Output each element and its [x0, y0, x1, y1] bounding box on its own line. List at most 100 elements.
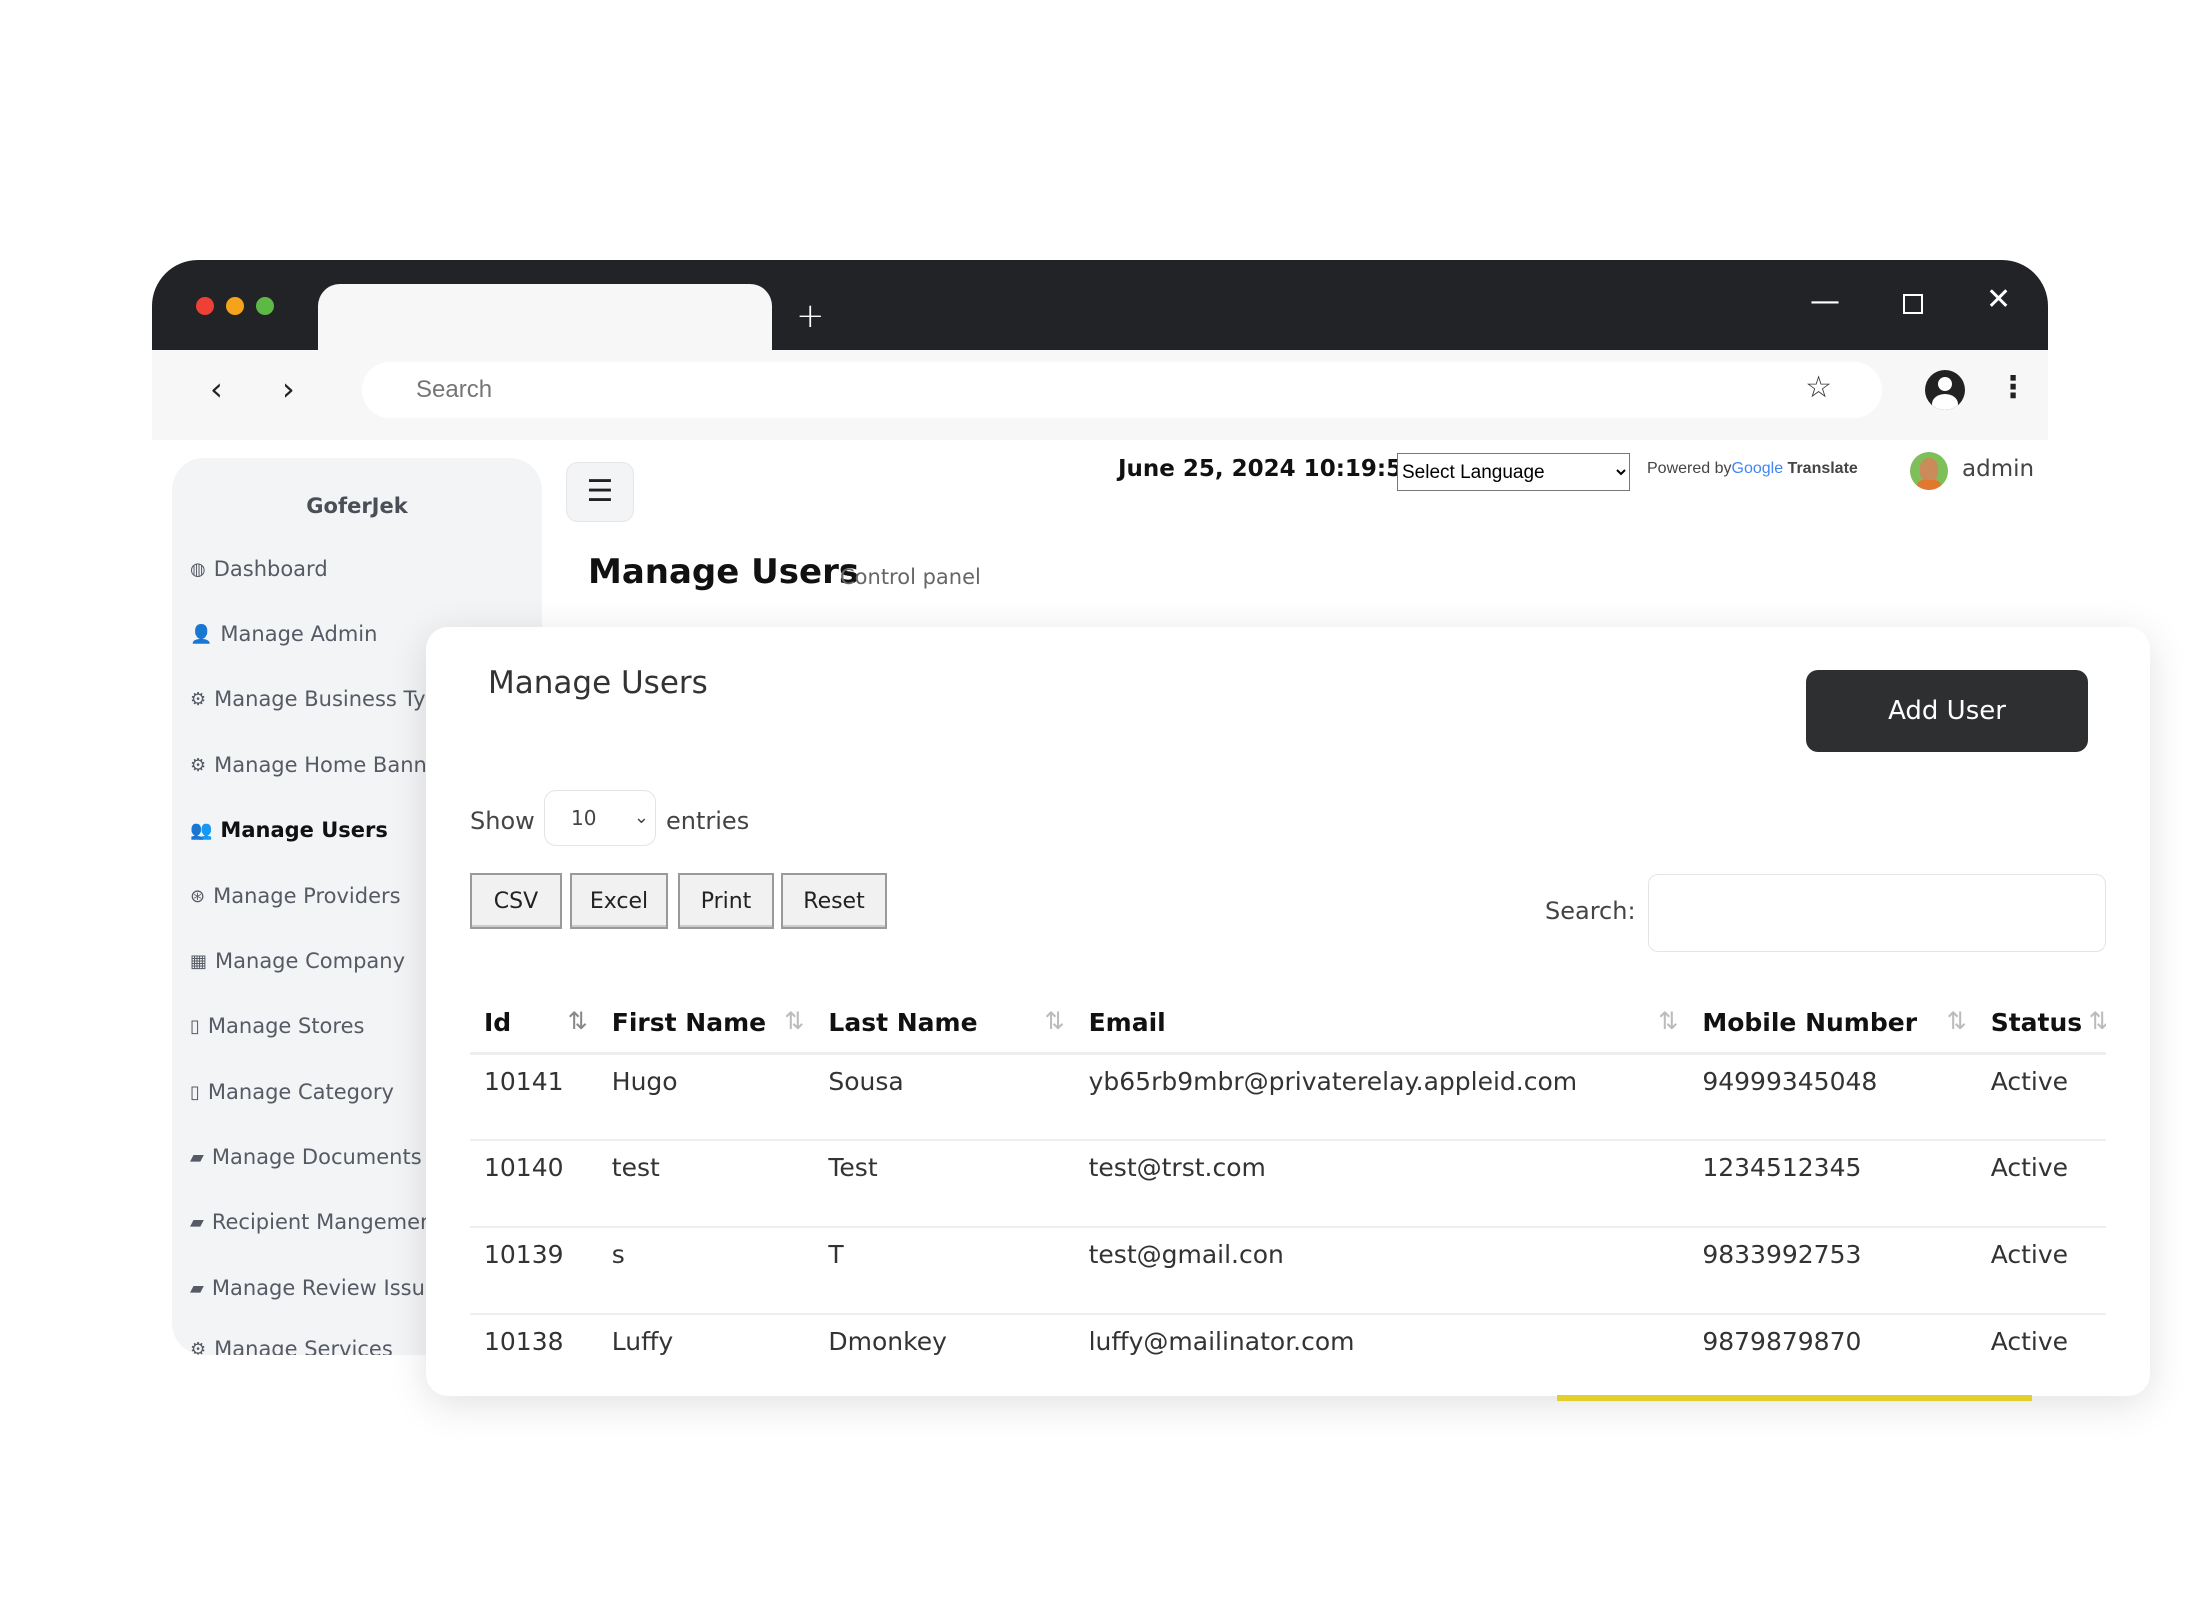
- cell-email: luffy@mailinator.com: [1074, 1314, 1689, 1396]
- sidebar-item-manage-home-bann[interactable]: ⚙ Manage Home Bann: [190, 753, 427, 777]
- profile-icon[interactable]: [1925, 370, 1965, 410]
- powered-by-google-translate[interactable]: Powered byGoogle Translate: [1647, 460, 1858, 478]
- cell-email: yb65rb9mbr@privaterelay.appleid.com: [1074, 1053, 1689, 1141]
- column-header-last-name[interactable]: Last Name ⇅: [814, 993, 1075, 1055]
- google-logo: Google: [1731, 460, 1784, 477]
- back-icon[interactable]: ‹: [210, 370, 223, 408]
- sidebar-item-manage-users[interactable]: 👥 Manage Users: [190, 818, 388, 842]
- add-user-button[interactable]: Add User: [1806, 670, 2088, 752]
- sidebar-item-manage-company[interactable]: ▦ Manage Company: [190, 949, 405, 973]
- book-icon: ▰: [190, 1211, 204, 1233]
- cell-first-name: Luffy: [597, 1314, 815, 1396]
- minimize-icon[interactable]: —: [1810, 284, 1840, 319]
- scroll-indicator[interactable]: [1557, 1395, 2032, 1401]
- minimize-window-dot[interactable]: [226, 297, 244, 315]
- cogs-icon: ⚙: [190, 1338, 207, 1356]
- user-name[interactable]: admin: [1962, 456, 2034, 482]
- cell-email: test@gmail.con: [1074, 1227, 1689, 1315]
- cell-first-name: test: [597, 1140, 815, 1228]
- users-icon: 👥: [190, 819, 213, 841]
- cell-email: test@trst.com: [1074, 1140, 1689, 1228]
- table-row[interactable]: 10138 Luffy Dmonkey luffy@mailinator.com 987…: [470, 1314, 2106, 1396]
- sidebar-item-label: Manage Category: [207, 1080, 394, 1104]
- column-header-email[interactable]: Email ⇅: [1074, 993, 1689, 1055]
- entries-value: 10: [571, 806, 597, 830]
- cell-status: Active: [1976, 1227, 2106, 1315]
- cell-last-name: Dmonkey: [814, 1314, 1075, 1396]
- avatar[interactable]: [1910, 452, 1948, 490]
- datetime: June 25, 2024 10:19:51: [1118, 456, 1419, 482]
- forward-icon[interactable]: ›: [282, 370, 295, 408]
- building-icon: ▦: [190, 950, 208, 972]
- dribbble-icon: ⊛: [190, 885, 206, 907]
- excel-button[interactable]: Excel: [570, 873, 668, 929]
- search-label: Search:: [1545, 897, 1636, 925]
- sidebar-item-manage-review-issue[interactable]: ▰ Manage Review Issue: [190, 1276, 438, 1300]
- close-window-dot[interactable]: [196, 297, 214, 315]
- cogs-icon: ⚙: [190, 688, 207, 710]
- sidebar-item-manage-stores[interactable]: ▯ Manage Stores: [190, 1014, 364, 1038]
- sidebar-item-label: Dashboard: [213, 557, 328, 581]
- cell-id: 10141: [470, 1053, 598, 1141]
- cogs-icon: ⚙: [190, 754, 207, 776]
- user-plus-icon: 👤: [190, 623, 213, 645]
- kebab-menu-icon[interactable]: ⋮: [1998, 370, 2028, 405]
- column-label: Id: [484, 1007, 512, 1037]
- address-input[interactable]: [416, 376, 1716, 404]
- cell-last-name: T: [814, 1227, 1075, 1315]
- cell-mobile-number: 9879879870: [1688, 1314, 1977, 1396]
- map-icon: ▯: [190, 1081, 200, 1103]
- sort-icon: ⇅: [1044, 1007, 1065, 1035]
- sidebar-item-manage-business-ty[interactable]: ⚙ Manage Business Ty: [190, 687, 426, 711]
- show-label: Show: [470, 807, 535, 835]
- sidebar-item-recipient-mangement[interactable]: ▰ Recipient Mangement: [190, 1210, 442, 1234]
- sidebar-item-manage-services[interactable]: ⚙ Manage Services: [190, 1337, 393, 1355]
- csv-button[interactable]: CSV: [470, 873, 562, 929]
- sidebar-item-label: Manage Documents: [211, 1145, 422, 1169]
- browser-tab[interactable]: [318, 284, 772, 352]
- chevron-down-icon: ⌄: [633, 807, 649, 828]
- sidebar-item-manage-admin[interactable]: 👤 Manage Admin: [190, 622, 377, 646]
- sidebar-item-label: Manage Review Issue: [211, 1276, 438, 1300]
- sidebar-item-label: Manage Admin: [220, 622, 378, 646]
- print-button[interactable]: Print: [678, 873, 774, 929]
- users-card: Manage Users Add User Show 10 ⌄ entries C…: [426, 627, 2150, 1396]
- book-icon: ▰: [190, 1277, 204, 1299]
- table-row[interactable]: 10141 Hugo Sousa yb65rb9mbr@privaterelay.ap…: [470, 1053, 2106, 1141]
- maximize-icon[interactable]: [1903, 294, 1923, 314]
- sidebar-item-manage-category[interactable]: ▯ Manage Category: [190, 1080, 394, 1104]
- new-tab-button[interactable]: +: [796, 296, 825, 336]
- cell-last-name: Sousa: [814, 1053, 1075, 1141]
- hamburger-menu-button[interactable]: ☰: [566, 462, 634, 522]
- entries-select[interactable]: 10 ⌄: [544, 790, 656, 846]
- sidebar-item-label: Manage Services: [214, 1337, 393, 1355]
- star-icon[interactable]: ☆: [1805, 370, 1832, 405]
- column-label: Status: [1990, 1007, 2083, 1037]
- dashboard-icon: ◍: [190, 558, 206, 580]
- reset-button[interactable]: Reset: [781, 873, 887, 929]
- column-label: Mobile Number: [1702, 1007, 1918, 1037]
- language-select[interactable]: Select Language: [1397, 453, 1630, 491]
- address-bar[interactable]: ☆: [362, 362, 1882, 418]
- search-input[interactable]: [1648, 874, 2106, 952]
- cell-status: Active: [1976, 1053, 2106, 1141]
- close-icon[interactable]: ✕: [1986, 282, 2011, 317]
- table-row[interactable]: 10139sTtest@gmail.con9833992753Active2(: [470, 1227, 2106, 1315]
- users-table-wrapper[interactable]: Id ⇅ First Name ⇅ Last Name ⇅ Email ⇅ Mobile Num…: [470, 993, 2106, 1396]
- sidebar-item-dashboard[interactable]: ◍ Dashboard: [190, 557, 328, 581]
- column-header-id[interactable]: Id ⇅: [470, 993, 598, 1055]
- column-label: First Name: [611, 1007, 767, 1037]
- column-header-mobile-number[interactable]: Mobile Number ⇅: [1688, 993, 1977, 1055]
- column-header-first-name[interactable]: First Name ⇅: [597, 993, 815, 1055]
- sidebar-item-label: Manage Users: [220, 818, 388, 842]
- table-row[interactable]: 10140 test Test test@trst.com 1234512345 Acti…: [470, 1140, 2106, 1228]
- cell-status: Active: [1976, 1314, 2106, 1396]
- sidebar-item-manage-providers[interactable]: ⊛ Manage Providers: [190, 884, 401, 908]
- users-table: Id ⇅ First Name ⇅ Last Name ⇅ Email ⇅ Mobile Num…: [470, 993, 2106, 1396]
- maximize-window-dot[interactable]: [256, 297, 274, 315]
- sidebar-item-manage-documents[interactable]: ▰ Manage Documents: [190, 1145, 422, 1169]
- page-subtitle: Control panel: [840, 565, 981, 589]
- column-header-status[interactable]: Status ⇅: [1976, 993, 2106, 1055]
- cell-first-name: s: [597, 1227, 815, 1315]
- book-icon: ▰: [190, 1146, 204, 1168]
